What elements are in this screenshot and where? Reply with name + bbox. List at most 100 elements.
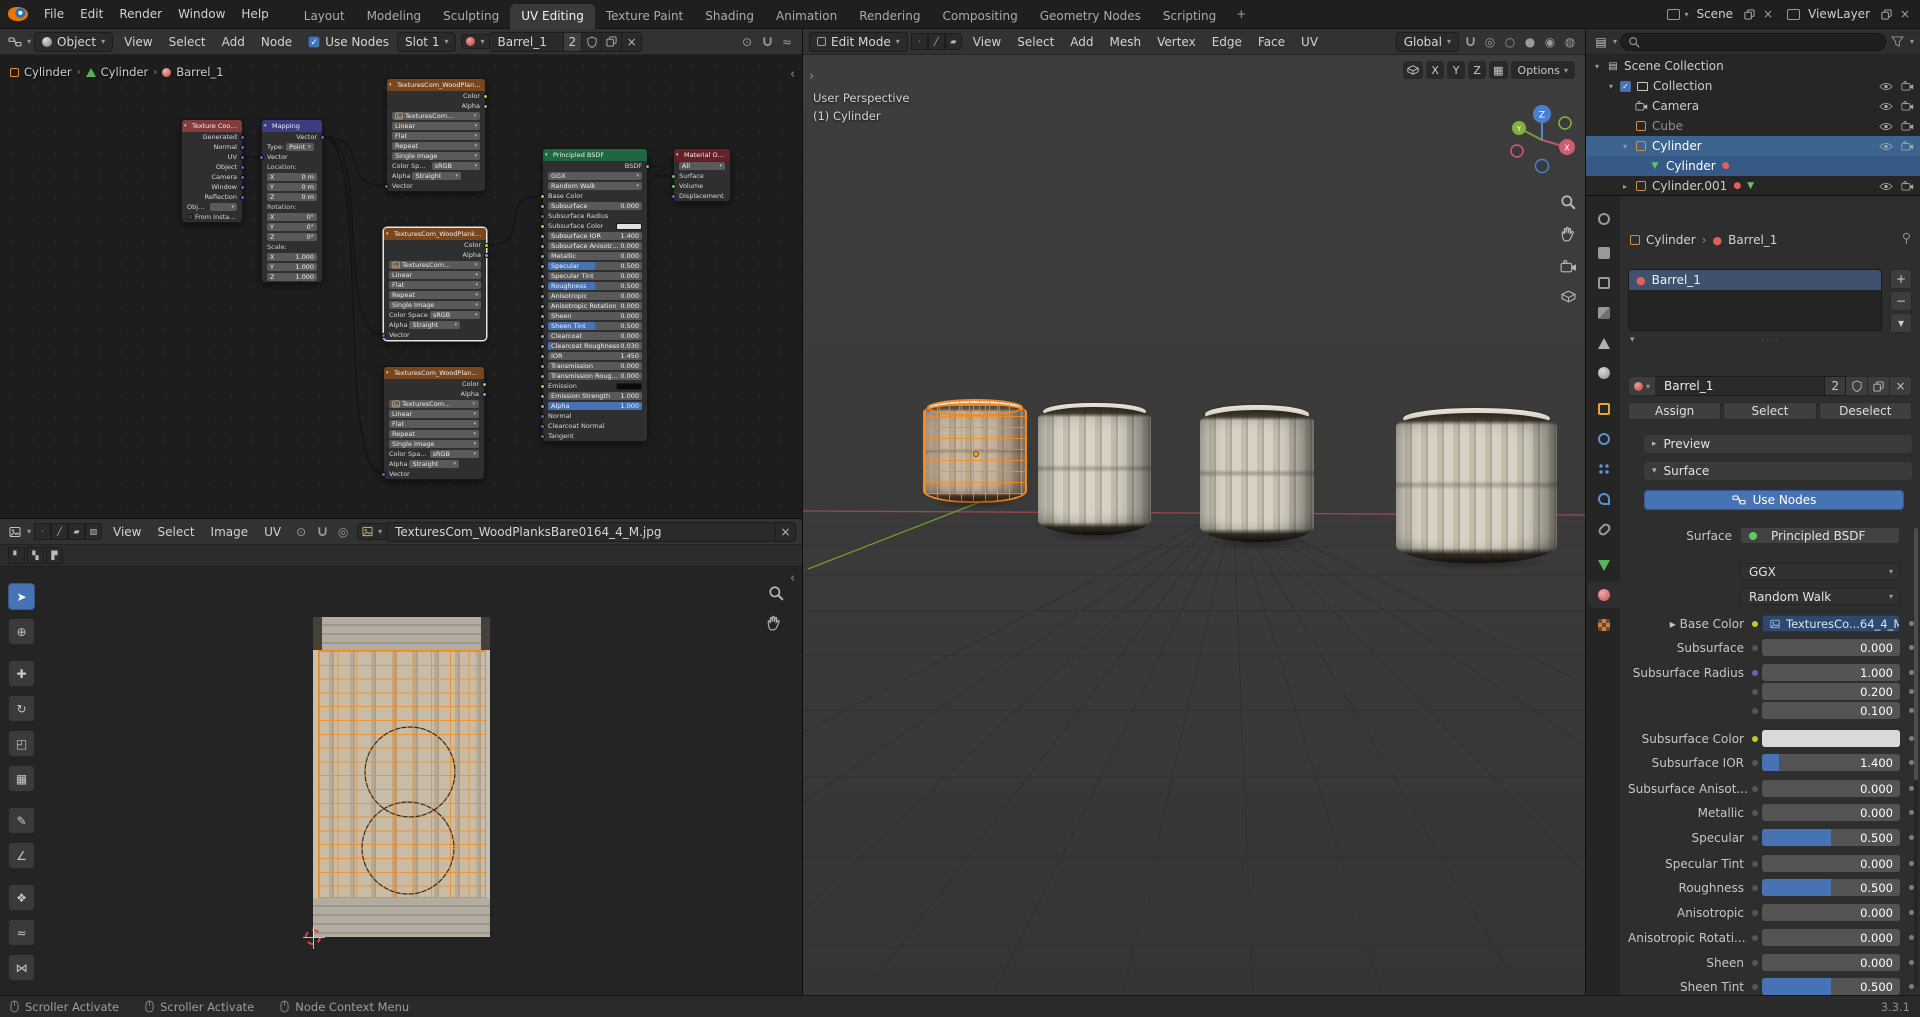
breadcrumb-item[interactable]: Cylinder — [101, 65, 149, 79]
node-header[interactable]: Material Output — [674, 149, 730, 161]
node-row[interactable]: Clearcoat Roughness0.030 — [543, 341, 647, 351]
node-slider[interactable]: IOR1.450 — [548, 352, 642, 360]
node-dropdown[interactable]: Linear▾ — [389, 410, 479, 418]
prop-slider[interactable]: 0.500 — [1762, 978, 1900, 995]
unlink-material-icon[interactable]: × — [622, 32, 642, 52]
node-img2[interactable]: TexturesCom_WoodPlanksBare0164_4_M.jpgCo… — [383, 227, 487, 341]
socket[interactable] — [240, 175, 245, 180]
menu-item[interactable]: Edge — [1204, 32, 1250, 52]
node-row[interactable]: UV — [182, 152, 242, 162]
animate-dot[interactable] — [1752, 984, 1762, 990]
image-datablock[interactable]: TexturesCom…× — [389, 261, 481, 269]
node-dropdown[interactable]: Linear▾ — [392, 122, 480, 130]
properties-tab-scene[interactable] — [1588, 330, 1620, 356]
properties-tab-output[interactable] — [1588, 270, 1620, 296]
node-row[interactable]: Single Image▾ — [384, 300, 486, 310]
node-header[interactable]: TexturesCom_WoodPlanksBare0164_2_M.jpg — [387, 79, 485, 91]
node-row[interactable]: Scale: — [262, 242, 322, 252]
snap-target-icon[interactable]: ⊙ — [738, 33, 756, 51]
editor-type-icon[interactable] — [6, 33, 24, 51]
socket[interactable] — [240, 165, 245, 170]
node-row[interactable]: Anisotropic Rotation0.000 — [543, 301, 647, 311]
outliner-row[interactable]: Cube — [1586, 116, 1920, 136]
socket[interactable] — [540, 364, 545, 369]
outliner-row[interactable]: ▸Cylinder.001●▼ — [1586, 176, 1920, 196]
mesh-select-mode-button[interactable]: ▰ — [945, 33, 962, 50]
axis-toggle-button[interactable]: Z — [1468, 61, 1486, 79]
node-dropdown[interactable]: sRGB▾ — [430, 450, 480, 458]
node-dropdown[interactable]: Flat▾ — [389, 420, 479, 428]
animate-dot[interactable] — [1752, 786, 1762, 792]
camera-visibility-icon[interactable] — [1901, 121, 1914, 131]
node-row[interactable]: Volume — [674, 181, 730, 191]
properties-tab-particles[interactable] — [1588, 456, 1620, 482]
node-row[interactable]: Vector — [262, 152, 322, 162]
outliner-row[interactable]: ▾Cylinder — [1586, 136, 1920, 156]
outliner-row[interactable]: ▾▤Scene Collection — [1586, 56, 1920, 76]
chevron-down-icon[interactable]: ▾ — [1684, 10, 1688, 19]
node-dropdown[interactable]: Straight▾ — [412, 172, 460, 180]
node-dropdown[interactable]: Single Image▾ — [389, 301, 481, 309]
node-img3[interactable]: TexturesCom_WoodPlanksBare0116_1.jpgColo… — [383, 366, 485, 480]
animate-dot[interactable] — [1752, 835, 1762, 841]
menu-item[interactable]: Add — [1062, 32, 1101, 52]
socket[interactable] — [240, 135, 245, 140]
socket[interactable] — [240, 155, 245, 160]
gizmo-x-neg[interactable] — [1511, 145, 1523, 157]
vector-field[interactable]: Y0 m — [267, 183, 317, 191]
sidebar-toggle-icon[interactable]: ‹ — [790, 67, 795, 82]
browse-material-button[interactable]: ▾ — [461, 34, 489, 49]
node-slider[interactable]: Clearcoat Roughness0.030 — [548, 342, 642, 350]
node-row[interactable]: Alpha — [387, 101, 485, 111]
menu-item[interactable]: Vertex — [1149, 32, 1204, 52]
pivot-icon[interactable]: ⊙ — [292, 523, 310, 541]
snap-magnet-icon[interactable] — [758, 33, 776, 51]
animate-dot[interactable] — [1752, 736, 1762, 742]
grid-toggle-icon[interactable] — [1403, 61, 1423, 79]
prop-number-field[interactable]: 0.200 — [1762, 683, 1900, 700]
node-dropdown[interactable]: Flat▾ — [389, 281, 481, 289]
options-dropdown[interactable]: Options▾ — [1511, 61, 1575, 79]
node-row[interactable]: Object:▾ — [182, 202, 242, 212]
node-row[interactable]: Transmission Roughness0.000 — [543, 371, 647, 381]
prop-color-swatch[interactable] — [1762, 730, 1900, 747]
menu-item[interactable]: Edit — [72, 4, 111, 24]
socket[interactable] — [540, 294, 545, 299]
shading-rendered-icon[interactable]: ◍ — [1561, 33, 1579, 51]
node-row[interactable]: Reflection — [182, 192, 242, 202]
prop-slider[interactable]: 0.500 — [1762, 879, 1900, 896]
node-dropdown[interactable]: sRGB▾ — [432, 162, 480, 170]
expand-icon[interactable]: ▸ — [1620, 182, 1630, 191]
socket[interactable] — [540, 274, 545, 279]
menu-item[interactable]: Select — [161, 32, 214, 52]
node-row[interactable]: Flat▾ — [387, 131, 485, 141]
socket[interactable] — [540, 404, 545, 409]
node-dropdown[interactable]: GGX▾ — [548, 172, 642, 180]
node-row[interactable]: Metallic0.000 — [543, 251, 647, 261]
sticky-selection-button[interactable]: ▚ — [27, 547, 44, 564]
remove-viewlayer-icon[interactable]: × — [1898, 7, 1912, 21]
properties-tab-material[interactable] — [1588, 582, 1620, 608]
socket[interactable] — [540, 254, 545, 259]
node-dropdown[interactable]: Random Walk▾ — [548, 182, 642, 190]
socket[interactable] — [259, 155, 264, 160]
node-row[interactable]: AlphaStraight▾ — [384, 459, 484, 469]
node-row[interactable]: Repeat▾ — [387, 141, 485, 151]
menu-item[interactable]: View — [116, 32, 160, 52]
animate-dot[interactable] — [1752, 621, 1762, 627]
node-row[interactable]: Repeat▾ — [384, 290, 486, 300]
animate-dot[interactable] — [1752, 670, 1762, 676]
uv-canvas[interactable]: ➤⊕✚↻◰▦✎∠❖≈⋈ ‹ — [0, 567, 802, 995]
node-row[interactable]: From Instancer — [182, 212, 242, 222]
workspace-tab[interactable]: Layout — [293, 4, 356, 29]
socket[interactable] — [645, 164, 650, 169]
socket[interactable] — [540, 304, 545, 309]
camera-visibility-icon[interactable] — [1901, 81, 1914, 91]
node-row[interactable]: Color — [384, 379, 484, 389]
prop-dropdown[interactable]: GGX▾ — [1740, 563, 1900, 580]
workspace-tab[interactable]: Rendering — [848, 4, 931, 29]
node-row[interactable]: Single Image▾ — [387, 151, 485, 161]
node-row[interactable]: Linear▾ — [387, 121, 485, 131]
menu-item[interactable]: Select — [1009, 32, 1062, 52]
menu-item[interactable]: Render — [111, 4, 170, 24]
